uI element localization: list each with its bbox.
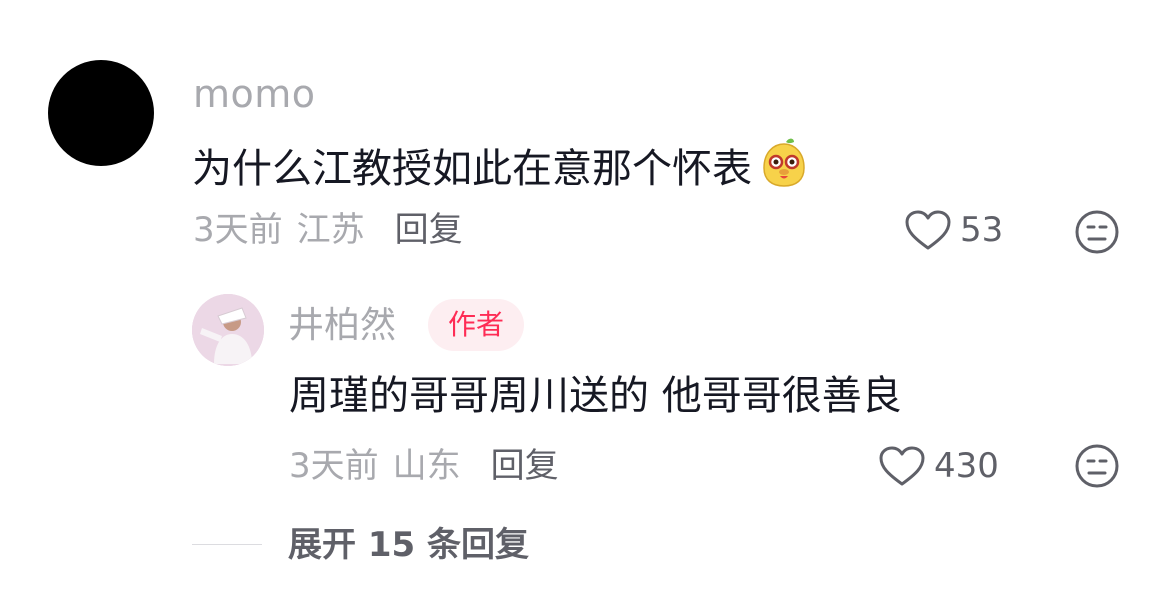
reply-time: 3天前	[289, 446, 379, 486]
comment-location: 江苏	[296, 210, 365, 250]
reply-meta: 3天前 山东 回复	[289, 442, 559, 490]
reply-to-reply-button[interactable]: 回复	[491, 446, 559, 486]
reply-like-button[interactable]: 430	[878, 442, 999, 490]
dislike-icon[interactable]	[1073, 208, 1121, 256]
comment-meta: 3天前 江苏 回复	[193, 206, 463, 254]
expand-divider	[192, 544, 262, 545]
cute-face-emoji-icon	[763, 138, 805, 187]
person-photo-icon	[192, 294, 264, 366]
reply-like-count: 430	[934, 446, 999, 486]
reply-dislike-icon[interactable]	[1073, 442, 1121, 490]
comment-text: 为什么江教授如此在意那个怀表	[192, 134, 812, 195]
commenter-username[interactable]: momo	[193, 72, 316, 116]
reply-author-avatar[interactable]	[192, 294, 264, 366]
heart-icon	[905, 210, 951, 250]
reply-location: 山东	[392, 446, 461, 486]
heart-icon	[879, 446, 925, 486]
like-count: 53	[960, 210, 1004, 250]
reply-author-username[interactable]: 井柏然	[288, 304, 396, 348]
like-button[interactable]: 53	[904, 206, 1003, 254]
reply-text: 周瑾的哥哥周川送的 他哥哥很善良	[289, 373, 902, 419]
reply-button[interactable]: 回复	[395, 210, 463, 250]
expand-replies-button[interactable]: 展开 15 条回复	[288, 522, 529, 568]
comment-text-content: 为什么江教授如此在意那个怀表	[192, 146, 752, 192]
author-badge: 作者	[428, 299, 524, 351]
comment-time: 3天前	[193, 210, 283, 250]
commenter-avatar[interactable]	[48, 60, 154, 166]
